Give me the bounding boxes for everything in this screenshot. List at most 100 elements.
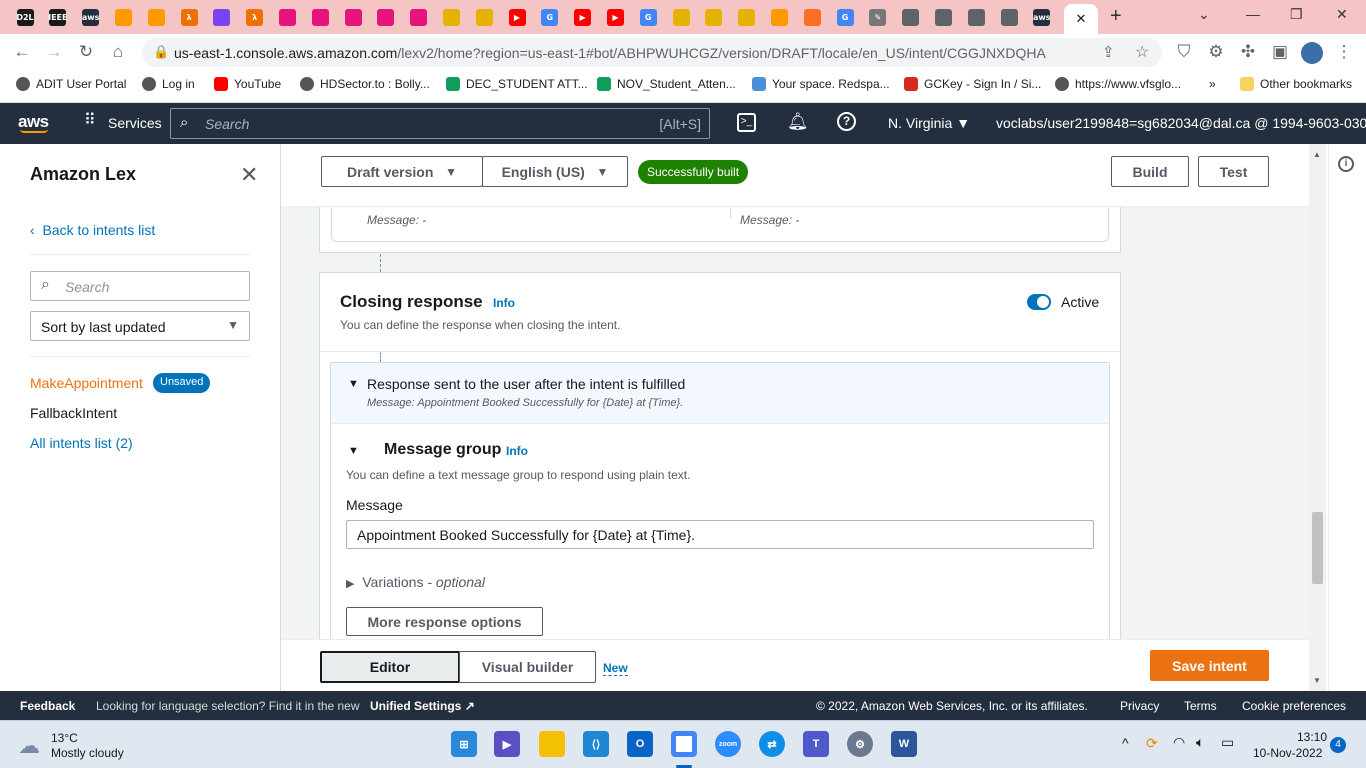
intent-search-input[interactable]: ⌕ Search: [30, 271, 250, 301]
sidebar-item-makeappointment[interactable]: MakeAppointment: [30, 375, 143, 391]
meet-icon[interactable]: ▶: [494, 731, 520, 757]
response-card-header[interactable]: [331, 363, 1109, 424]
language-select[interactable]: English (US) ▼: [482, 156, 628, 187]
tab-search-icon[interactable]: ⌄: [1198, 6, 1210, 23]
shield-extension-icon[interactable]: ⛉: [1174, 42, 1194, 62]
browser-tab[interactable]: aws: [1027, 4, 1057, 30]
browser-tab[interactable]: [896, 4, 926, 30]
zoom-icon[interactable]: zoom: [715, 731, 741, 757]
browser-tab[interactable]: G: [633, 4, 663, 30]
aws-search-input[interactable]: ⌕ Search [Alt+S]: [170, 108, 710, 139]
build-button[interactable]: Build: [1111, 156, 1189, 187]
browser-tab[interactable]: G: [535, 4, 565, 30]
region-selector[interactable]: N. Virginia ▼: [888, 115, 970, 131]
bookmark-item[interactable]: Your space. Redspa...: [752, 77, 890, 91]
more-response-options-button[interactable]: More response options: [346, 607, 543, 636]
browser-tab[interactable]: [108, 4, 138, 30]
browser-tab[interactable]: [764, 4, 794, 30]
bookmark-item[interactable]: HDSector.to : Bolly...: [300, 77, 430, 91]
save-intent-button[interactable]: Save intent: [1150, 650, 1269, 681]
all-intents-link[interactable]: All intents list (2): [30, 435, 133, 451]
browser-tab[interactable]: ▶: [600, 4, 630, 30]
profile-avatar[interactable]: [1301, 42, 1323, 64]
bell-icon[interactable]: 🔔︎: [787, 112, 809, 132]
variations-expander[interactable]: ▶ Variations - optional: [346, 574, 485, 590]
chevron-up-icon[interactable]: ^: [1122, 735, 1129, 751]
cloudshell-icon[interactable]: >_: [737, 113, 756, 132]
caret-down-icon[interactable]: ▼: [348, 445, 359, 457]
browser-tab[interactable]: [272, 4, 302, 30]
window-close-icon[interactable]: ✕: [1336, 6, 1348, 23]
scroll-down-icon[interactable]: ▼: [1313, 676, 1321, 685]
file-explorer-icon[interactable]: [539, 731, 565, 757]
bookmark-item[interactable]: YouTube: [214, 77, 281, 91]
browser-tab[interactable]: [928, 4, 958, 30]
message-input[interactable]: Appointment Booked Successfully for {Dat…: [346, 520, 1094, 549]
sidepanel-icon[interactable]: ▣: [1270, 42, 1290, 62]
browser-tab[interactable]: aws: [76, 4, 106, 30]
speaker-icon[interactable]: 🔈︎: [1196, 734, 1204, 751]
browser-tab[interactable]: G: [830, 4, 860, 30]
browser-tab[interactable]: [961, 4, 991, 30]
puzzle-icon[interactable]: ✣: [1238, 42, 1258, 62]
test-button[interactable]: Test: [1198, 156, 1269, 187]
chrome-icon[interactable]: [671, 731, 697, 757]
vscode-icon[interactable]: ⟨⟩: [583, 731, 609, 757]
close-icon[interactable]: ✕: [240, 162, 258, 188]
version-select[interactable]: Draft version ▼: [321, 156, 483, 187]
sidebar-item-fallbackintent[interactable]: FallbackIntent: [30, 405, 117, 421]
browser-tab[interactable]: ▶: [502, 4, 532, 30]
browser-tab[interactable]: [207, 4, 237, 30]
other-bookmarks-folder[interactable]: Other bookmarks: [1240, 77, 1352, 91]
unified-settings-link[interactable]: Unified Settings ↗: [370, 699, 475, 713]
extension-icon[interactable]: ⚙: [1206, 42, 1226, 62]
active-browser-tab[interactable]: ✕: [1064, 4, 1098, 34]
browser-tab[interactable]: [436, 4, 466, 30]
browser-tab[interactable]: D2L: [10, 4, 40, 30]
clock-time[interactable]: 13:10: [1297, 730, 1327, 744]
windows-start-icon[interactable]: ⊞: [451, 731, 477, 757]
bookmark-item[interactable]: ADIT User Portal: [16, 77, 126, 91]
teams-icon[interactable]: T: [803, 731, 829, 757]
menu-kebab-icon[interactable]: ⋮: [1334, 42, 1354, 62]
bookmark-item[interactable]: NOV_Student_Atten...: [597, 77, 736, 91]
word-icon[interactable]: W: [891, 731, 917, 757]
caret-down-icon[interactable]: ▼: [348, 378, 359, 390]
outlook-icon[interactable]: O: [627, 731, 653, 757]
active-toggle[interactable]: [1027, 294, 1051, 310]
bookmark-item[interactable]: DEC_STUDENT ATT...: [446, 77, 588, 91]
editor-tab[interactable]: Editor: [320, 651, 460, 683]
share-icon[interactable]: ⇪: [1102, 43, 1115, 61]
terms-link[interactable]: Terms: [1184, 699, 1217, 713]
more-bookmarks-chevron-icon[interactable]: »: [1209, 77, 1216, 91]
bookmark-item[interactable]: Log in: [142, 77, 195, 91]
star-icon[interactable]: ☆: [1135, 42, 1149, 62]
scrollbar-thumb[interactable]: [1312, 512, 1323, 584]
browser-tab[interactable]: λ: [240, 4, 270, 30]
browser-tab[interactable]: ▶: [568, 4, 598, 30]
restore-icon[interactable]: ❐: [1290, 6, 1303, 23]
browser-tab[interactable]: ✎: [863, 4, 893, 30]
info-link[interactable]: Info: [493, 296, 515, 310]
scroll-up-icon[interactable]: ▲: [1313, 150, 1321, 159]
notification-badge[interactable]: 4: [1330, 737, 1346, 753]
browser-tab[interactable]: [699, 4, 729, 30]
apps-grid-icon[interactable]: ⠿: [84, 113, 96, 129]
teamviewer-icon[interactable]: ⇄: [759, 731, 785, 757]
cookie-preferences-link[interactable]: Cookie preferences: [1242, 699, 1346, 713]
bookmark-item[interactable]: https://www.vfsglo...: [1055, 77, 1181, 91]
close-tab-icon[interactable]: ✕: [1076, 11, 1087, 27]
browser-tab[interactable]: [994, 4, 1024, 30]
services-menu[interactable]: Services: [108, 115, 162, 131]
browser-tab[interactable]: [338, 4, 368, 30]
feedback-link[interactable]: Feedback: [20, 699, 75, 713]
visual-builder-tab[interactable]: Visual builder: [459, 651, 596, 683]
new-tab-icon[interactable]: +: [1110, 5, 1122, 28]
browser-tab[interactable]: [666, 4, 696, 30]
home-icon[interactable]: ⌂: [108, 42, 128, 62]
browser-tab[interactable]: [371, 4, 401, 30]
settings-gear-icon[interactable]: ⚙: [847, 731, 873, 757]
page-scrollbar[interactable]: ▲ ▼: [1309, 144, 1326, 691]
sort-select[interactable]: Sort by last updated ▼: [30, 311, 250, 341]
browser-tab[interactable]: [469, 4, 499, 30]
